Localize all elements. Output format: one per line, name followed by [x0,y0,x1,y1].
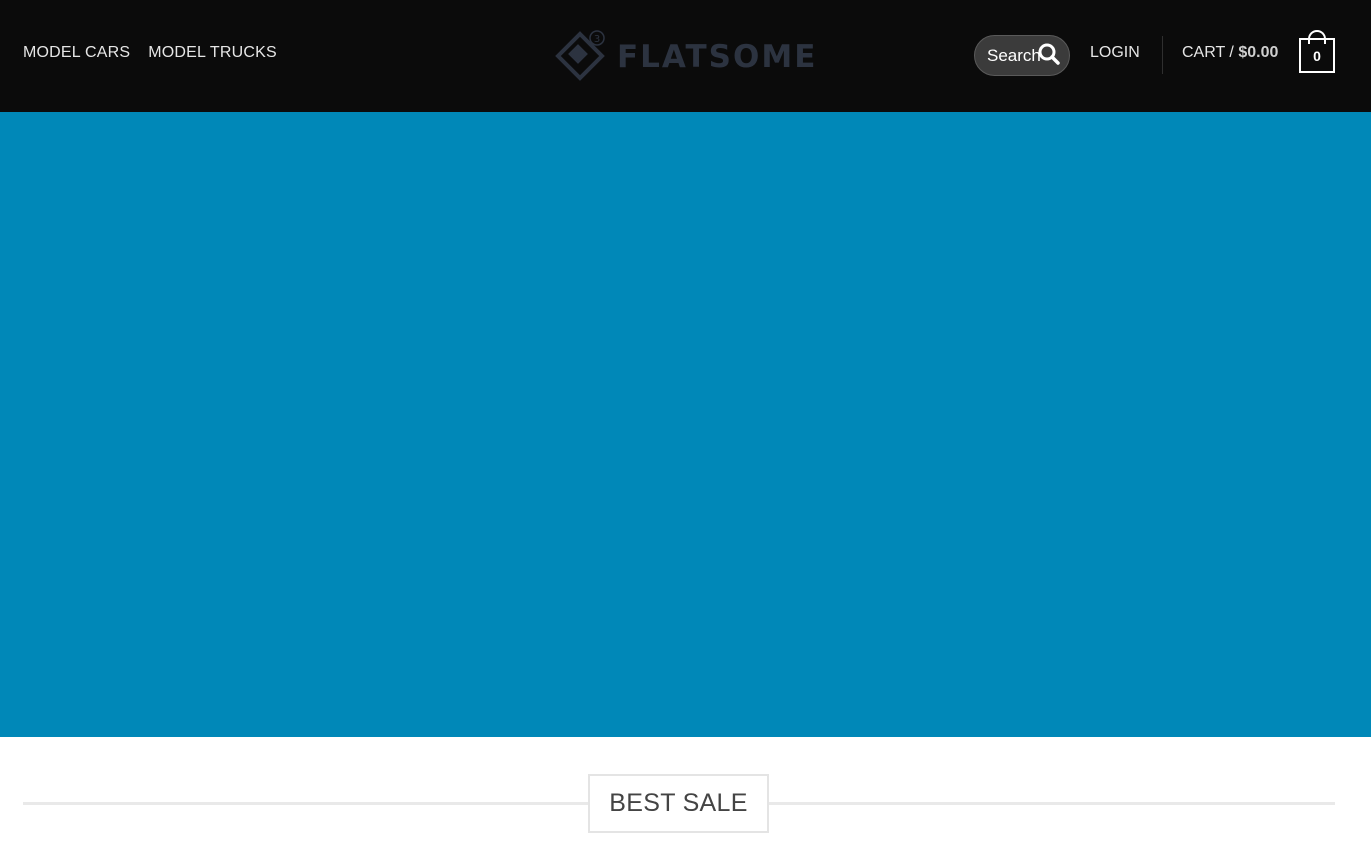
search-input[interactable]: Search [974,35,1070,76]
site-logo[interactable]: 3 FLATSOME [553,28,817,84]
cart-amount: $0.00 [1238,44,1279,61]
nav-model-trucks[interactable]: MODEL TRUCKS [148,44,277,62]
hero-banner [0,112,1371,737]
logo-badge: 3 [594,34,600,45]
cart-count: 0 [1299,38,1335,73]
search-icon[interactable] [1037,42,1061,66]
logo-text: FLATSOME [617,39,818,75]
login-link[interactable]: LOGIN [1090,44,1140,62]
section-title-box: BEST SALE [588,774,769,833]
cart-label: CART / [1182,44,1234,61]
cart-link[interactable]: CART / $0.00 [1182,44,1278,62]
shopping-bag-icon[interactable]: 0 [1299,30,1335,74]
main-nav: MODEL CARS MODEL TRUCKS [23,44,277,62]
search-placeholder: Search [987,46,1041,65]
section-title: BEST SALE [609,789,748,817]
header-divider [1162,36,1163,74]
site-header: MODEL CARS MODEL TRUCKS 3 FLATSOME Searc… [0,0,1371,112]
flatsome-logo-icon: 3 [555,30,605,81]
nav-model-cars[interactable]: MODEL CARS [23,44,130,62]
